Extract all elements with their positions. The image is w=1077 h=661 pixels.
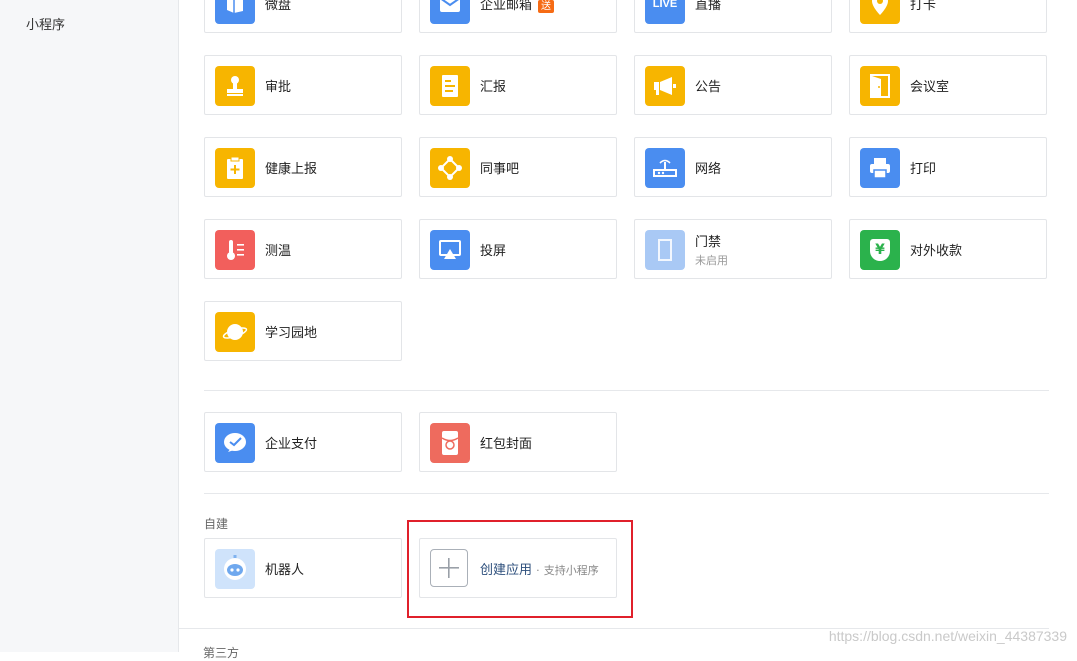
app-label: 打印 [910,162,937,177]
app-label: 微盘 [265,0,292,13]
app-card-notice[interactable]: 公告 [634,55,832,115]
robot-icon [215,549,255,589]
door-access-icon [645,230,685,270]
screen-cast-icon [430,230,470,270]
app-label: 门禁 [695,235,722,250]
section-divider [204,493,1049,494]
app-card-robot[interactable]: 机器人 [204,538,402,598]
app-card-checkin[interactable]: 打卡 [849,0,1047,33]
app-label: 同事吧 [480,162,520,177]
app-label: 汇报 [480,80,507,95]
door-icon [860,66,900,106]
yuan-shield-icon: ¥ [860,230,900,270]
app-label: 审批 [265,80,292,95]
network-nodes-icon [430,148,470,188]
app-label: 直播 [695,0,722,13]
folder-icon [215,0,255,24]
app-label: 对外收款 [910,244,963,259]
app-card-live[interactable]: LIVE 直播 [634,0,832,33]
live-icon: LIVE [645,0,685,24]
health-report-icon [215,148,255,188]
megaphone-icon [645,66,685,106]
app-label: 公告 [695,80,722,95]
app-grid: 微盘 企业邮箱送 LIVE 直播 打卡 审批 汇报 公告 会议室 健康上报 同事… [179,0,1077,660]
app-label: 健康上报 [265,162,318,177]
app-status: 未启用 [695,254,728,267]
stamp-icon [215,66,255,106]
app-card-network[interactable]: 网络 [634,137,832,197]
mail-icon [430,0,470,24]
sidebar: 小程序 [0,0,179,652]
highlight-box [407,520,633,618]
app-card-door-access[interactable]: 门禁 未启用 [634,219,832,279]
section-divider [204,390,1049,391]
planet-icon [215,312,255,352]
wechat-pay-icon [215,423,255,463]
sidebar-item-miniprogram[interactable]: 小程序 [26,14,65,33]
app-card-approval[interactable]: 审批 [204,55,402,115]
app-label: 会议室 [910,80,950,95]
live-icon-text: LIVE [652,0,678,10]
red-packet-icon [430,423,470,463]
app-card-meeting-room[interactable]: 会议室 [849,55,1047,115]
thermometer-icon [215,230,255,270]
yuan-symbol: ¥ [870,239,890,261]
app-label: 学习园地 [265,326,318,341]
printer-icon [860,148,900,188]
router-icon [645,148,685,188]
app-label: 测温 [265,244,292,259]
app-label: 机器人 [265,563,305,578]
app-card-learning[interactable]: 学习园地 [204,301,402,361]
report-icon [430,66,470,106]
app-label: 打卡 [910,0,937,13]
section-title-custom: 自建 [204,517,229,531]
app-card-colleagues[interactable]: 同事吧 [419,137,617,197]
location-pin-icon [860,0,900,24]
app-label: 红包封面 [480,437,533,452]
app-card-report[interactable]: 汇报 [419,55,617,115]
app-card-collection[interactable]: ¥ 对外收款 [849,219,1047,279]
app-card-red-packet[interactable]: 红包封面 [419,412,617,472]
app-card-weipan[interactable]: 微盘 [204,0,402,33]
app-label: 企业支付 [265,437,318,452]
gift-badge: 送 [538,0,555,13]
app-label: 投屏 [480,244,507,259]
app-card-enterprise-pay[interactable]: 企业支付 [204,412,402,472]
section-title-third-party: 第三方 [203,646,240,660]
app-card-screencast[interactable]: 投屏 [419,219,617,279]
app-card-email[interactable]: 企业邮箱送 [419,0,617,33]
app-label-text: 企业邮箱 [480,0,533,13]
watermark: https://blog.csdn.net/weixin_44387339 [828,628,1067,644]
app-card-temperature[interactable]: 测温 [204,219,402,279]
app-card-health-report[interactable]: 健康上报 [204,137,402,197]
app-card-print[interactable]: 打印 [849,137,1047,197]
app-label: 企业邮箱送 [480,0,555,13]
app-label: 网络 [695,162,722,177]
